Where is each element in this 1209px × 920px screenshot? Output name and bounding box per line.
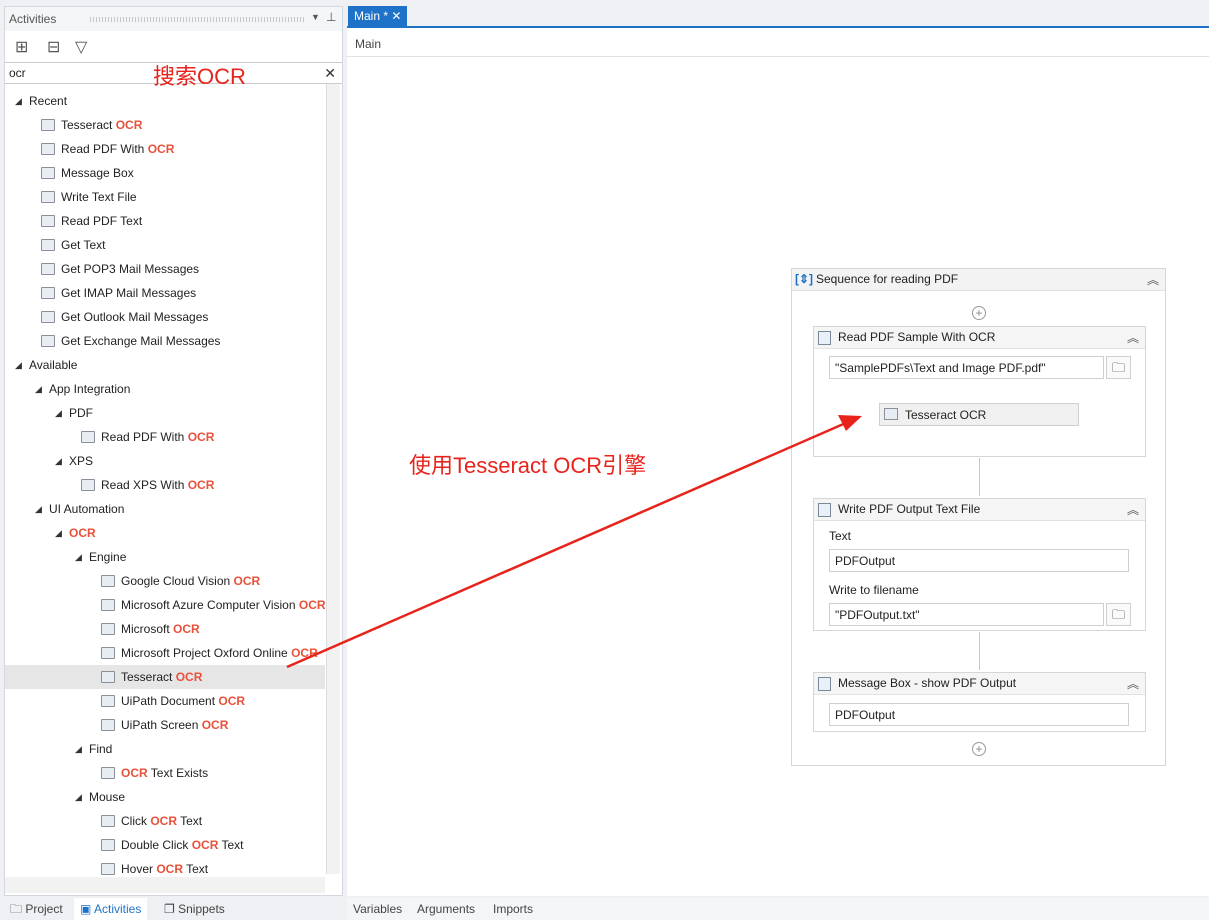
tab-arguments[interactable]: Arguments [411, 898, 481, 920]
tab-variables[interactable]: Variables [347, 898, 408, 920]
tab-imports[interactable]: Imports [487, 898, 539, 920]
designer-bottom-tabs: Variables Arguments Imports [347, 898, 1209, 920]
annotation-arrow [286, 415, 862, 669]
